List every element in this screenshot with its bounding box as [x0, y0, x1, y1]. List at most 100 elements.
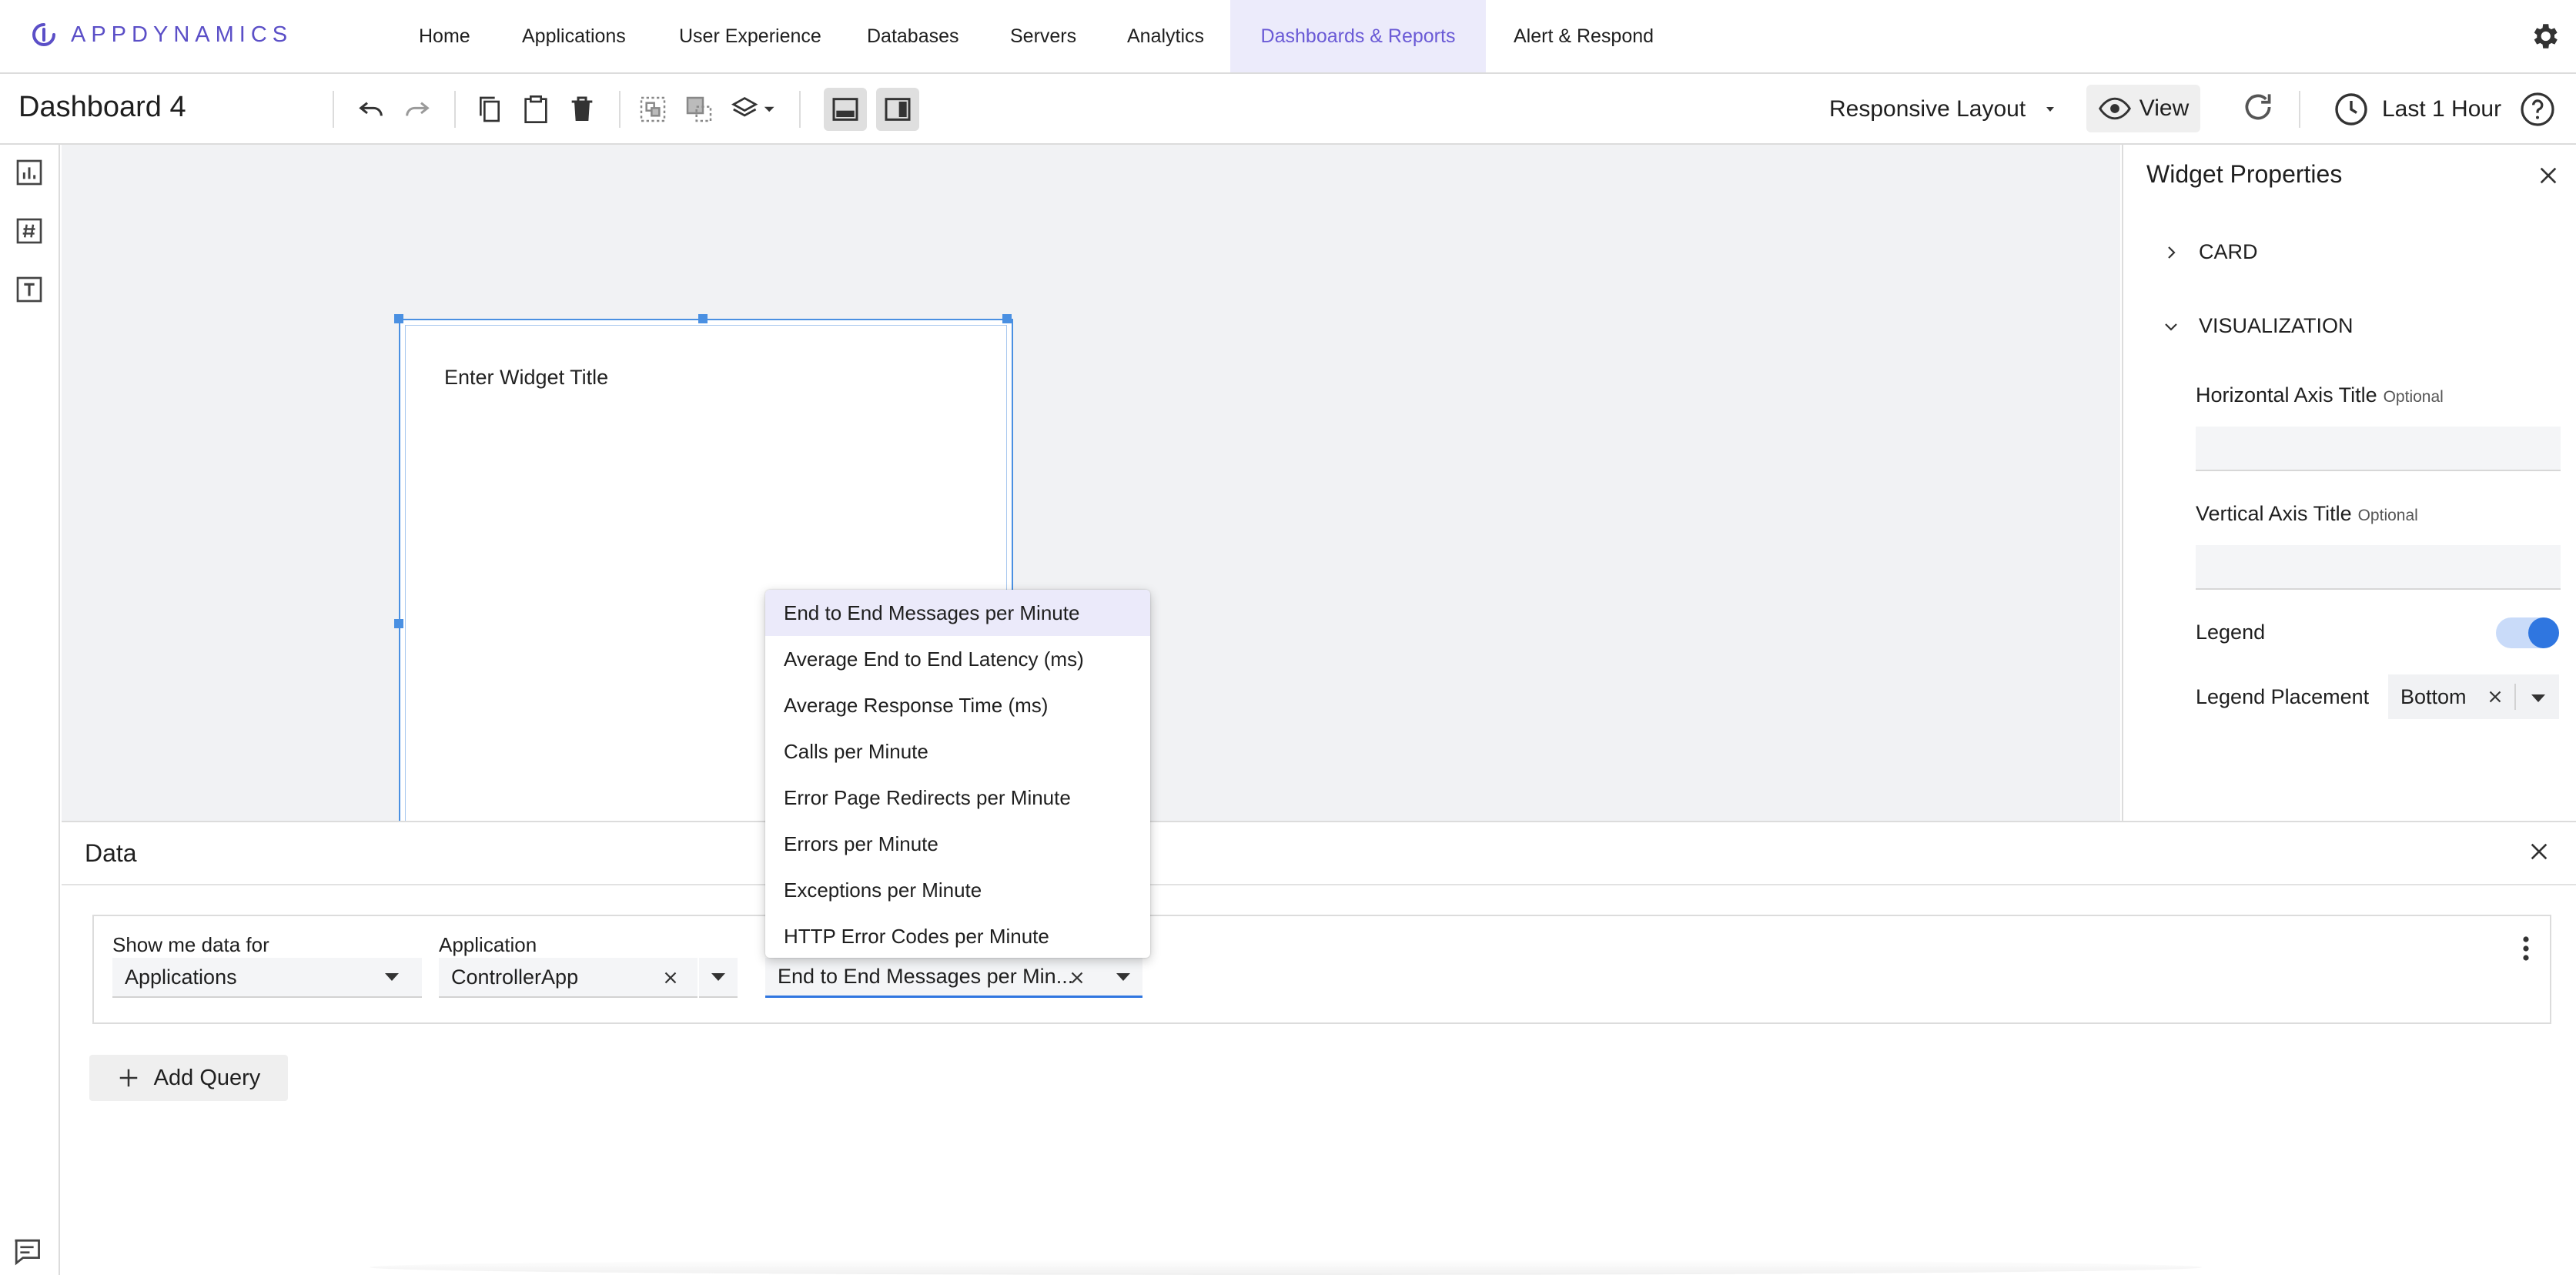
layout-side-panel-icon[interactable] [876, 88, 919, 131]
nav-alert-respond[interactable]: Alert & Respond [1498, 0, 1669, 72]
copy-icon[interactable] [468, 88, 511, 131]
metric-dropdown-menu: End to End Messages per Minute Average E… [765, 590, 1150, 958]
toolbar-divider [619, 91, 621, 128]
clear-icon[interactable] [1067, 968, 1087, 988]
legend-placement-label: Legend Placement [2196, 685, 2370, 708]
nav-user-experience[interactable]: User Experience [664, 0, 837, 72]
text-widget-icon[interactable] [12, 273, 46, 306]
appdynamics-logo[interactable]: APPDYNAMICS [31, 22, 293, 48]
toolbar-divider [454, 91, 456, 128]
add-query-label: Add Query [153, 1065, 261, 1090]
application-select[interactable]: ControllerApp [439, 958, 698, 998]
menu-item-avg-response-time[interactable]: Average Response Time (ms) [765, 682, 1150, 728]
select-divider [2514, 684, 2516, 710]
help-icon[interactable] [2519, 91, 2556, 128]
dashboard-title[interactable]: Dashboard 4 [18, 91, 186, 124]
close-icon[interactable] [2536, 163, 2561, 188]
toggle-knob [2528, 617, 2559, 648]
legend-placement-select[interactable]: Bottom [2388, 674, 2559, 719]
toolbar-divider [333, 91, 334, 128]
undo-icon[interactable] [350, 88, 393, 131]
time-range-selector[interactable]: Last 1 Hour [2333, 86, 2501, 132]
dashboard-toolbar: Dashboard 4 Responsive Layout View Last … [0, 74, 2576, 145]
properties-title: Widget Properties [2146, 160, 2343, 188]
nav-applications[interactable]: Applications [507, 0, 641, 72]
layout-mode-dropdown[interactable]: Responsive Layout [1829, 92, 2058, 126]
resize-handle-top[interactable] [698, 314, 708, 323]
legend-label: Legend [2196, 621, 2266, 644]
menu-item-error-page-redirects[interactable]: Error Page Redirects per Minute [765, 775, 1150, 821]
gear-icon[interactable] [2528, 20, 2561, 52]
vertical-axis-title-input[interactable] [2196, 545, 2561, 590]
horizontal-axis-title-label: Horizontal Axis Title Optional [2196, 383, 2444, 407]
resize-handle-top-right[interactable] [1002, 314, 1012, 323]
add-query-button[interactable]: Add Query [89, 1055, 288, 1101]
section-visualization[interactable]: VISUALIZATION [2162, 314, 2354, 338]
menu-item-http-error-codes[interactable]: HTTP Error Codes per Minute [765, 913, 1150, 958]
resize-handle-top-left[interactable] [394, 314, 403, 323]
nav-home[interactable]: Home [403, 0, 486, 72]
metric-number-icon[interactable] [12, 214, 46, 248]
logo-mark-icon [31, 22, 57, 48]
application-value: ControllerApp [451, 965, 579, 989]
clear-icon[interactable] [661, 968, 681, 988]
menu-item-calls-per-minute[interactable]: Calls per Minute [765, 728, 1150, 775]
nav-dashboards-reports[interactable]: Dashboards & Reports [1230, 0, 1486, 72]
widget-palette-rail [0, 145, 60, 1275]
group-icon[interactable] [631, 88, 674, 131]
menu-item-avg-end-to-end-latency[interactable]: Average End to End Latency (ms) [765, 636, 1150, 682]
view-button[interactable]: View [2086, 85, 2200, 132]
nav-servers[interactable]: Servers [995, 0, 1092, 72]
menu-item-end-to-end-messages[interactable]: End to End Messages per Minute [765, 590, 1150, 636]
clear-icon[interactable] [2485, 687, 2505, 707]
horizontal-axis-title-text: Horizontal Axis Title [2196, 383, 2377, 407]
data-source-select[interactable]: Applications [112, 958, 422, 998]
section-card-label: CARD [2199, 240, 2258, 263]
more-options-icon[interactable] [2521, 935, 2531, 962]
horizontal-axis-title-input[interactable] [2196, 427, 2561, 471]
panel-toggle-icon[interactable] [11, 1237, 43, 1266]
chart-widget-icon[interactable] [12, 156, 46, 189]
query-row: Show me data for Applications Applicatio… [92, 915, 2551, 1024]
metric-dropdown-toggle[interactable] [1104, 958, 1142, 998]
legend-placement-value: Bottom [2400, 684, 2467, 708]
widget-title-placeholder[interactable]: Enter Widget Title [444, 366, 608, 390]
toolbar-divider [799, 91, 801, 128]
chevron-down-icon [383, 972, 400, 982]
chevron-right-icon [2162, 242, 2180, 263]
logo-text: APPDYNAMICS [71, 22, 293, 47]
chevron-down-icon [2162, 316, 2180, 337]
paste-icon[interactable] [514, 88, 557, 131]
resize-handle-left[interactable] [394, 619, 403, 628]
divider [62, 884, 2576, 885]
top-navigation-bar: APPDYNAMICS Home Applications User Exper… [0, 0, 2576, 74]
ungroup-icon[interactable] [677, 88, 721, 131]
menu-item-errors-per-minute[interactable]: Errors per Minute [765, 821, 1150, 867]
time-range-label: Last 1 Hour [2382, 96, 2502, 122]
chevron-down-icon[interactable] [2530, 693, 2547, 704]
nav-databases[interactable]: Databases [851, 0, 975, 72]
refresh-icon[interactable] [2239, 88, 2277, 126]
data-source-value: Applications [125, 965, 237, 989]
nav-analytics[interactable]: Analytics [1112, 0, 1219, 72]
vertical-axis-title-label: Vertical Axis Title Optional [2196, 502, 2418, 526]
data-panel: Data Show me data for Applications Appli… [62, 821, 2576, 1275]
clock-icon [2333, 91, 2370, 128]
widget-properties-panel: Widget Properties CARD VISUALIZATION Hor… [2122, 145, 2576, 822]
delete-icon[interactable] [560, 88, 604, 131]
close-icon[interactable] [2527, 839, 2551, 864]
metric-select[interactable]: End to End Messages per Min... [765, 958, 1104, 998]
application-label: Application [439, 933, 537, 956]
application-dropdown-toggle[interactable] [699, 958, 738, 998]
chevron-down-icon [2042, 102, 2058, 117]
redo-icon[interactable] [396, 88, 439, 131]
layout-bottom-panel-icon[interactable] [824, 88, 867, 131]
plus-icon [117, 1066, 140, 1089]
eye-icon [2098, 92, 2132, 125]
menu-item-exceptions-per-minute[interactable]: Exceptions per Minute [765, 867, 1150, 913]
legend-toggle[interactable] [2496, 617, 2559, 648]
layers-icon[interactable] [724, 88, 785, 131]
chevron-down-icon [1115, 972, 1132, 982]
section-card[interactable]: CARD [2162, 240, 2258, 264]
show-me-data-for-label: Show me data for [112, 933, 269, 956]
